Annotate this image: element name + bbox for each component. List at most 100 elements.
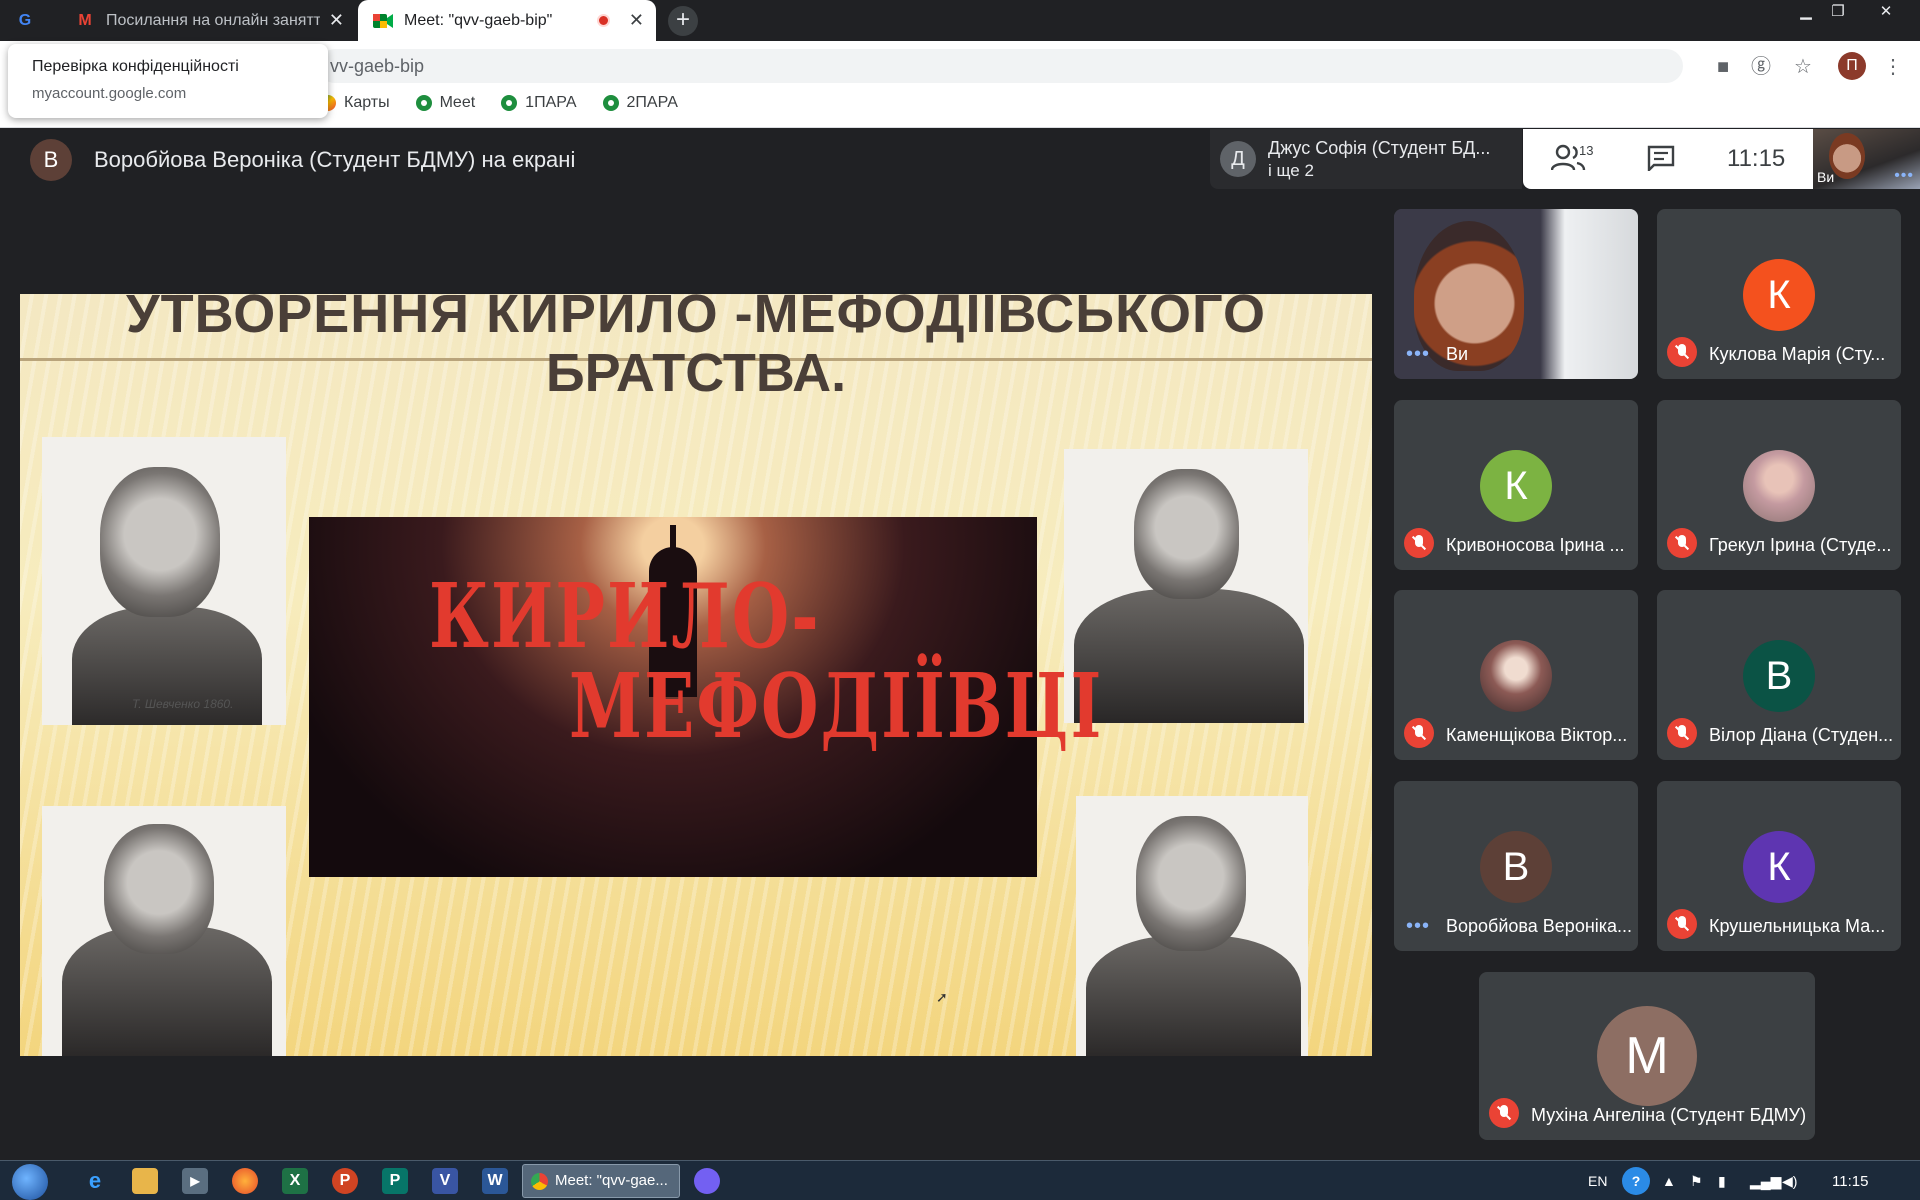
popup-title: Перевірка конфіденційності [32, 58, 239, 75]
mouse-cursor-icon: ➚ [936, 989, 948, 1005]
profile-avatar[interactable]: П [1838, 52, 1866, 80]
firefox-icon[interactable] [232, 1168, 258, 1194]
slide-title-line1: УТВОРЕННЯ КИРИЛО -МЕФОДІЇВСЬКОГО [126, 294, 1266, 344]
talking-indicator-icon: ••• [1406, 343, 1431, 365]
participant-name: Крушельницька Ма... [1709, 916, 1886, 936]
participant-tile[interactable]: М Мухіна Ангеліна (Студент БДМУ) [1479, 972, 1815, 1140]
tab-google[interactable]: G [0, 0, 60, 41]
slide-title-line2: БРАТСТВА. [545, 343, 847, 403]
close-tab-icon[interactable]: ✕ [629, 11, 644, 29]
meeting-clock: 11:15 [1727, 145, 1786, 172]
participant-name: Вілор Діана (Студен... [1709, 725, 1894, 745]
bookmark-2para[interactable]: 2ПАРА [602, 94, 678, 112]
bookmark-label: 1ПАРА [525, 94, 577, 111]
file-explorer-icon[interactable] [132, 1168, 158, 1194]
active-speaker-box: Д Джус Софія (Студент БД... і ще 2 [1210, 129, 1522, 189]
bookmarks-bar: Карты Meet 1ПАРА 2ПАРА [320, 94, 678, 112]
self-view-thumbnail[interactable]: Ви ••• [1813, 129, 1920, 189]
publisher-icon[interactable]: P [382, 1168, 408, 1194]
new-tab-button[interactable]: + [668, 6, 698, 36]
bookmark-1para[interactable]: 1ПАРА [501, 94, 577, 112]
action-center-icon[interactable]: ⚑ [1690, 1173, 1703, 1190]
self-video [1829, 133, 1865, 179]
camera-icon[interactable]: ■ [1710, 54, 1736, 80]
mic-off-icon [1667, 909, 1697, 939]
speaker-avatar: Д [1220, 141, 1256, 177]
participant-avatar: В [1480, 831, 1552, 903]
participant-tile[interactable]: Каменщікова Віктор... [1394, 590, 1638, 760]
battery-icon[interactable]: ▮ [1718, 1173, 1726, 1190]
meet-bookmark-icon [501, 95, 518, 111]
media-player-icon[interactable]: ▶ [182, 1168, 208, 1194]
powerpoint-icon[interactable]: P [332, 1168, 358, 1194]
visio-icon[interactable]: V [432, 1168, 458, 1194]
meet-bookmark-icon [602, 95, 619, 111]
meet-icon [372, 10, 394, 32]
bookmark-star-icon[interactable]: ☆ [1790, 54, 1816, 80]
self-video-feed [1394, 209, 1638, 379]
portrait-caption: Т. Шевченко 1860. [132, 697, 234, 711]
restore-icon[interactable]: ❐ [1822, 0, 1854, 24]
tab-label: Meet: "qvv-gaeb-bip" [404, 11, 553, 29]
participant-avatar: В [1743, 640, 1815, 712]
internet-explorer-icon[interactable]: e [82, 1168, 108, 1194]
help-icon[interactable]: ? [1622, 1167, 1650, 1195]
bookmark-meet[interactable]: Meet [415, 94, 476, 112]
privacy-check-popup[interactable]: Перевірка конфіденційності myaccount.goo… [8, 44, 328, 118]
participant-count: 13 [1579, 143, 1594, 158]
minimize-icon[interactable]: ▁ [1790, 0, 1822, 24]
address-bar[interactable] [318, 49, 1683, 83]
participant-name: Воробйова Вероніка... [1446, 916, 1632, 936]
bookmark-maps[interactable]: Карты [320, 94, 390, 112]
tab-meet[interactable]: Meet: "qvv-gaeb-bip" ✕ [358, 0, 656, 41]
address-url[interactable]: vv-gaeb-bip [330, 56, 424, 77]
participant-name: Грекул Ірина (Студе... [1709, 535, 1892, 555]
menu-kebab-icon[interactable]: ⋮ [1880, 54, 1906, 80]
taskbar-chrome-window[interactable]: Meet: "qvv-gae... [522, 1164, 680, 1198]
participant-avatar: М [1597, 1006, 1697, 1106]
tab-strip: G M Посилання на онлайн заняття 1 ✕ Meet… [0, 0, 1920, 41]
tray-expand-icon[interactable]: ▲ [1662, 1173, 1676, 1189]
tab-gmail[interactable]: M Посилання на онлайн заняття 1 ✕ [60, 0, 356, 41]
participant-tile[interactable]: К Куклова Марія (Сту... [1657, 209, 1901, 379]
taskbar-clock[interactable]: 11:15 [1832, 1173, 1868, 1190]
presenter-label: Воробйова Вероніка (Студент БДМУ) на екр… [94, 147, 576, 172]
participant-tile[interactable]: К Кривоносова Ірина ... [1394, 400, 1638, 570]
participant-tile[interactable]: К Крушельницька Ма... [1657, 781, 1901, 951]
close-tab-icon[interactable]: ✕ [329, 11, 344, 29]
participant-name: Куклова Марія (Сту... [1709, 344, 1886, 364]
participant-tile-self[interactable]: ••• Ви [1394, 209, 1638, 379]
close-window-icon[interactable]: ✕ [1870, 0, 1902, 24]
portrait-bilozersky [1076, 796, 1308, 1056]
gmail-icon: M [78, 11, 92, 29]
translate-icon[interactable]: ⓖ [1748, 54, 1774, 80]
language-indicator[interactable]: EN [1588, 1173, 1607, 1189]
word-icon[interactable]: W [482, 1168, 508, 1194]
bookmark-label: Карты [344, 94, 390, 111]
chat-icon[interactable] [1647, 145, 1675, 171]
mic-off-icon [1489, 1098, 1519, 1128]
bookmark-label: Meet [439, 94, 476, 111]
participant-tile[interactable]: В ••• Воробйова Вероніка... [1394, 781, 1638, 951]
self-label: Ви [1817, 169, 1835, 185]
popup-subtitle: myaccount.google.com [32, 85, 187, 102]
meet-area: В Воробйова Вероніка (Студент БДМУ) на е… [0, 129, 1920, 1160]
volume-icon[interactable]: ◀) [1782, 1173, 1797, 1190]
participant-tile[interactable]: Грекул Ірина (Студе... [1657, 400, 1901, 570]
participant-name: Мухіна Ангеліна (Студент БДМУ) [1531, 1105, 1807, 1125]
screen: G M Посилання на онлайн заняття 1 ✕ Meet… [0, 0, 1920, 1200]
chrome-icon [531, 1173, 548, 1190]
network-icon[interactable]: ▂▄▆ [1750, 1173, 1781, 1190]
mic-off-icon [1667, 337, 1697, 367]
participant-name: Ви [1446, 344, 1469, 364]
mic-off-icon [1667, 528, 1697, 558]
excel-icon[interactable]: X [282, 1168, 308, 1194]
taskbar-chrome-label: Meet: "qvv-gae... [555, 1172, 668, 1189]
viber-icon[interactable] [694, 1168, 720, 1194]
tab-label: Посилання на онлайн заняття 1 [106, 11, 320, 29]
participant-avatar: К [1743, 259, 1815, 331]
participant-tile[interactable]: В Вілор Діана (Студен... [1657, 590, 1901, 760]
start-button[interactable] [12, 1164, 48, 1200]
participant-name: Каменщікова Віктор... [1446, 725, 1628, 745]
participant-avatar: К [1743, 831, 1815, 903]
